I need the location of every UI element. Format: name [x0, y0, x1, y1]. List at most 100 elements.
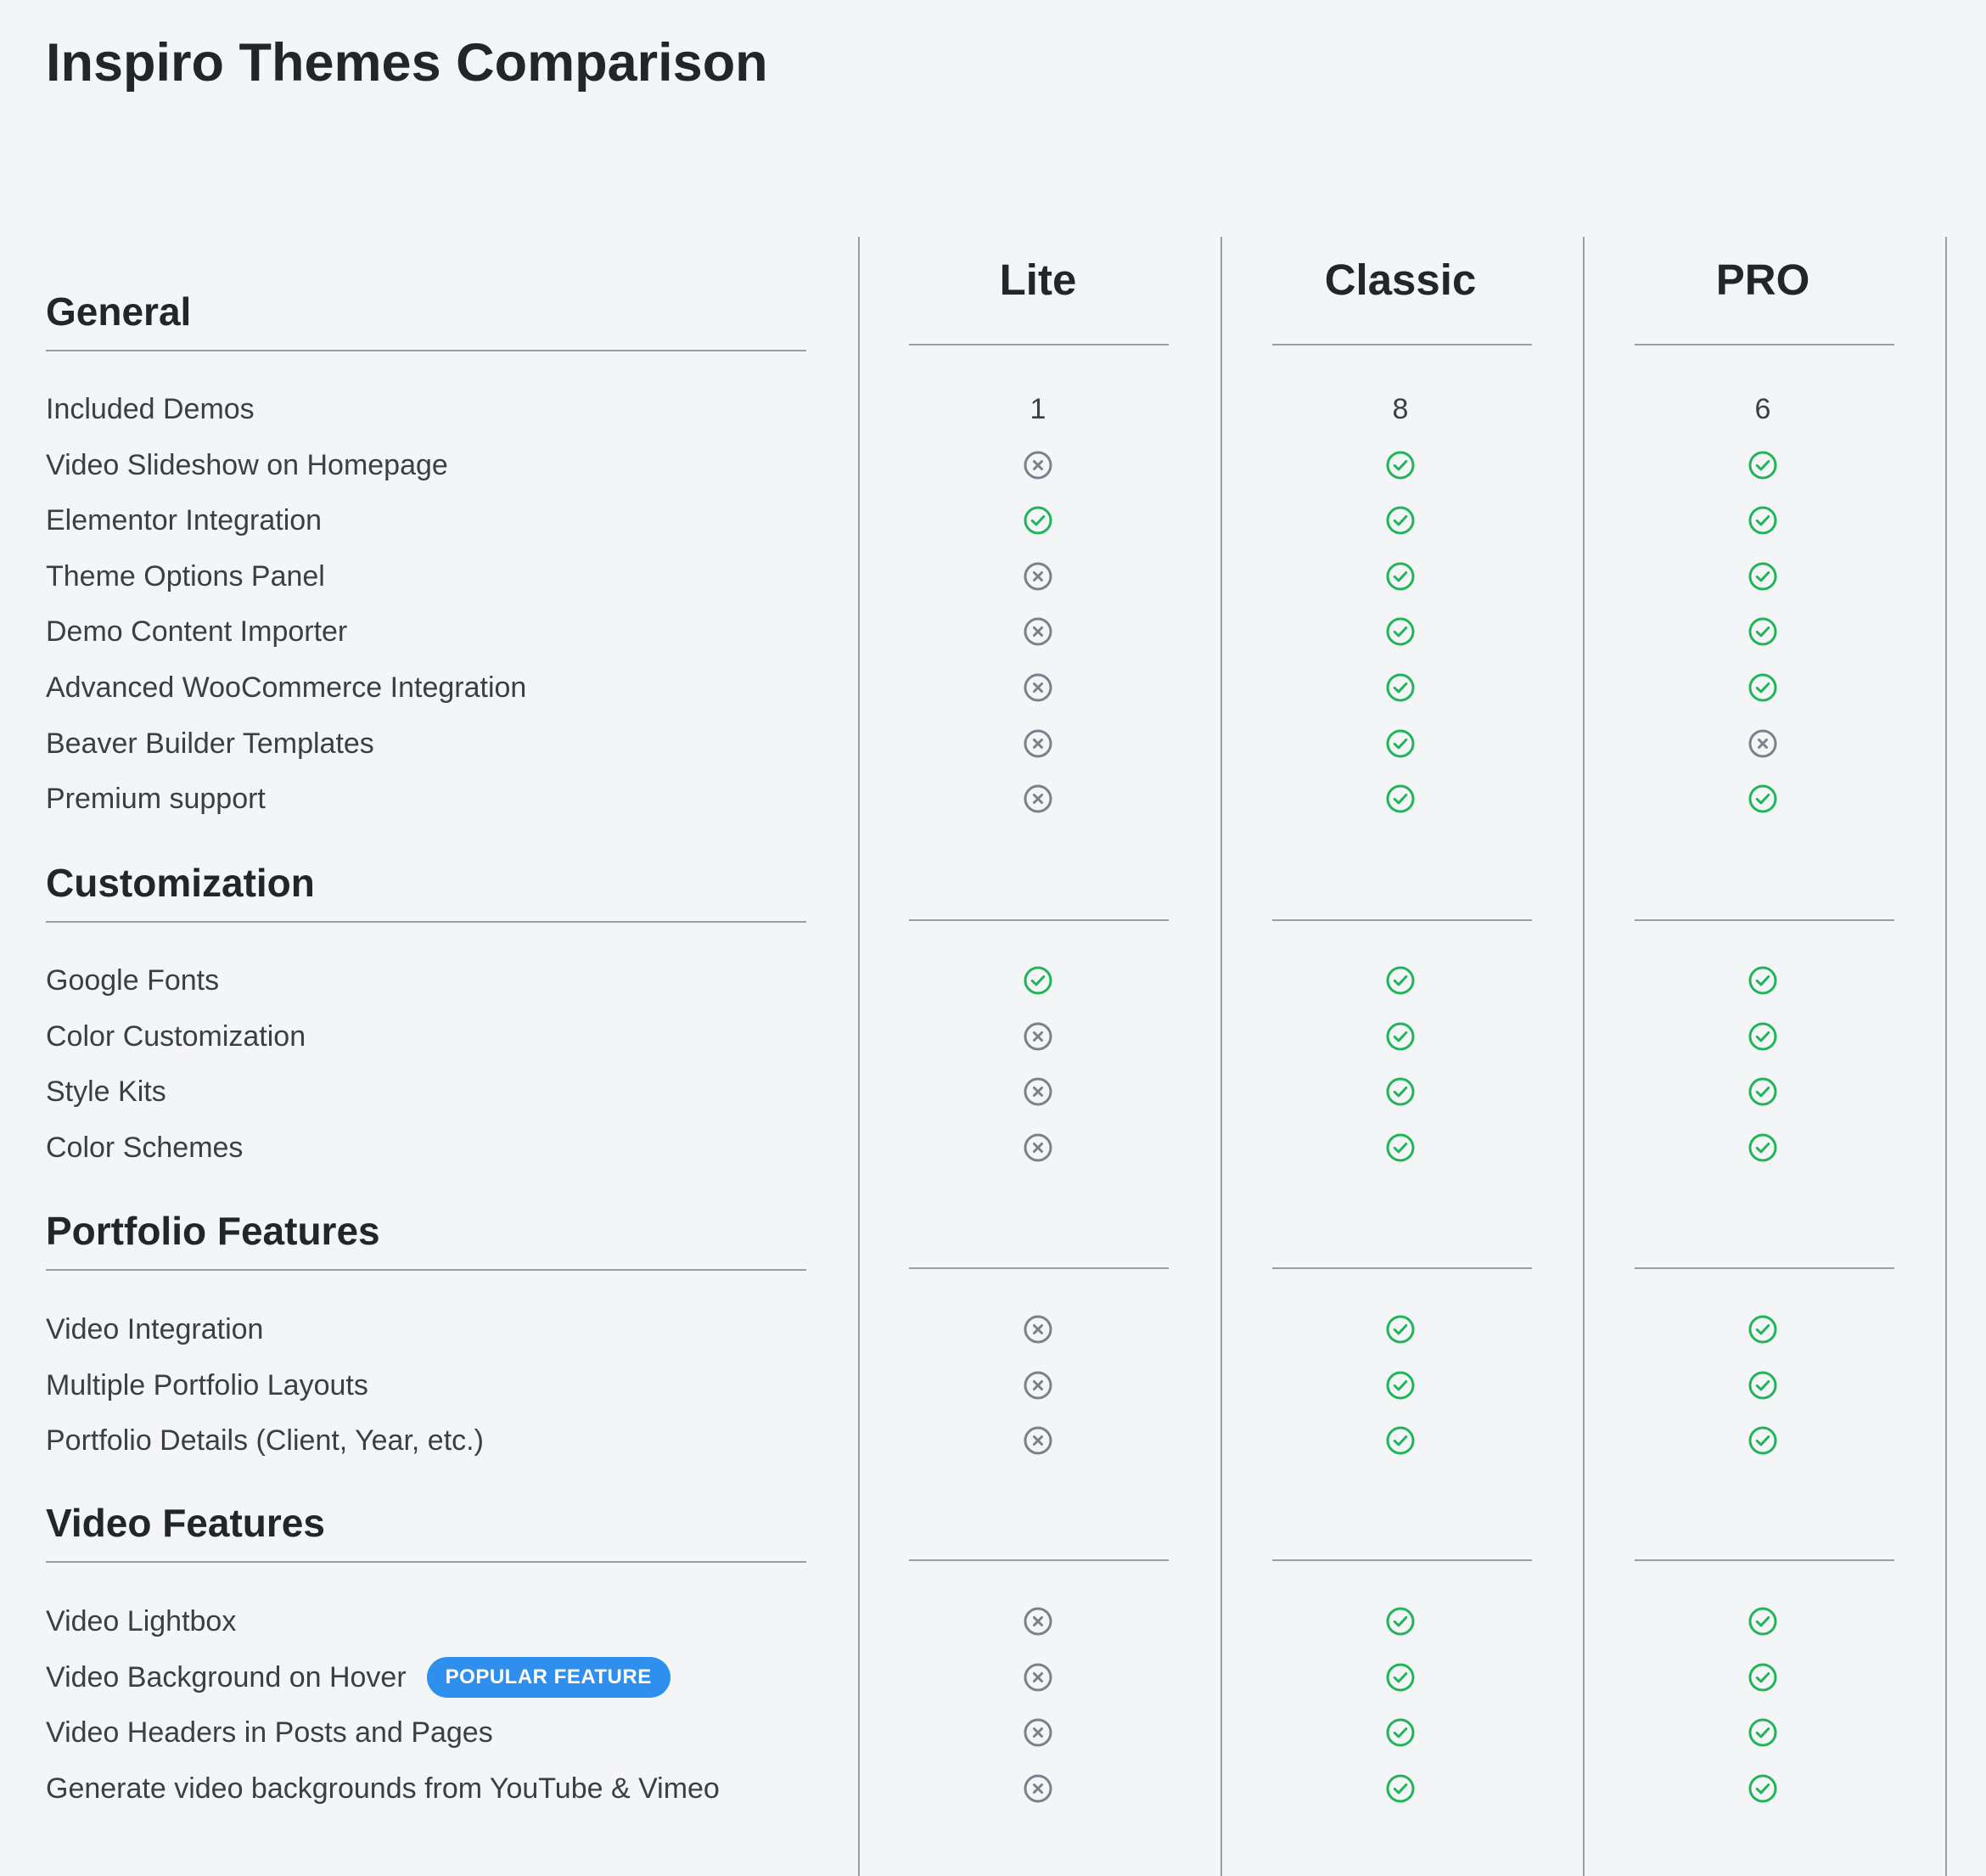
check-circle-icon — [1385, 1314, 1416, 1345]
check-circle-icon — [1023, 965, 1053, 996]
check-circle-icon — [1748, 1773, 1778, 1804]
feature-name: Video Lightbox — [46, 1604, 237, 1637]
feature-name: Style Kits — [46, 1075, 166, 1108]
section-column-rule — [909, 1559, 1169, 1561]
feature-value-pro: 6 — [1737, 388, 1788, 430]
feature-name: Included Demos — [46, 392, 255, 425]
x-circle-icon — [1023, 1132, 1053, 1163]
check-circle-icon — [1748, 1076, 1778, 1107]
feature-name: Generate video backgrounds from YouTube … — [46, 1772, 720, 1805]
feature-value-pro — [1737, 1364, 1788, 1407]
x-circle-icon — [1023, 1662, 1053, 1693]
feature-label: Portfolio Details (Client, Year, etc.) — [46, 1419, 484, 1462]
feature-value-classic — [1375, 1419, 1426, 1462]
check-circle-icon — [1385, 1773, 1416, 1804]
feature-value-lite — [1013, 722, 1063, 765]
feature-value-pro — [1737, 499, 1788, 542]
feature-value-pro — [1737, 1015, 1788, 1058]
check-circle-icon — [1748, 672, 1778, 703]
feature-value-lite: 1 — [1013, 388, 1063, 430]
plan-header-classic: Classic — [1324, 256, 1477, 304]
feature-value-pro — [1737, 1308, 1788, 1351]
feature-value-classic — [1375, 778, 1426, 820]
feature-label: Multiple Portfolio Layouts — [46, 1364, 368, 1407]
check-circle-icon — [1748, 1021, 1778, 1052]
section-column-rule — [1635, 1559, 1894, 1561]
feature-label: Style Kits — [46, 1070, 166, 1113]
feature-name: Video Headers in Posts and Pages — [46, 1716, 493, 1749]
feature-label: Video Background on Hover POPULAR FEATURE — [46, 1656, 670, 1699]
feature-name: Multiple Portfolio Layouts — [46, 1368, 368, 1401]
x-circle-icon — [1023, 1370, 1053, 1401]
feature-label: Video Slideshow on Homepage — [46, 444, 448, 486]
section-title-general: General — [46, 289, 192, 334]
feature-name: Video Integration — [46, 1312, 264, 1345]
feature-value-classic — [1375, 1126, 1426, 1169]
feature-name: Beaver Builder Templates — [46, 727, 374, 760]
check-circle-icon — [1385, 1076, 1416, 1107]
feature-name: Demo Content Importer — [46, 615, 348, 648]
feature-value-pro — [1737, 1126, 1788, 1169]
feature-name: Advanced WooCommerce Integration — [46, 671, 527, 704]
feature-value-lite — [1013, 1767, 1063, 1810]
section-column-rule — [909, 919, 1169, 921]
section-column-rule — [1272, 1559, 1532, 1561]
feature-value-classic — [1375, 1656, 1426, 1699]
feature-count: 1 — [1029, 392, 1046, 425]
feature-value-lite — [1013, 444, 1063, 486]
x-circle-icon — [1023, 616, 1053, 647]
feature-name: Video Background on Hover — [46, 1660, 407, 1693]
feature-value-lite — [1013, 1419, 1063, 1462]
feature-value-lite — [1013, 1126, 1063, 1169]
x-circle-icon — [1023, 1021, 1053, 1052]
plan-header-lite: Lite — [999, 256, 1077, 304]
feature-value-lite — [1013, 666, 1063, 709]
feature-value-classic — [1375, 1767, 1426, 1810]
check-circle-icon — [1748, 561, 1778, 592]
feature-value-classic — [1375, 722, 1426, 765]
check-circle-icon — [1023, 505, 1053, 536]
section-rule — [46, 1269, 806, 1271]
x-circle-icon — [1023, 1425, 1053, 1456]
feature-label: Elementor Integration — [46, 499, 322, 542]
feature-count: 6 — [1754, 392, 1771, 425]
check-circle-icon — [1748, 450, 1778, 480]
check-circle-icon — [1385, 561, 1416, 592]
section-rule — [46, 350, 806, 351]
check-circle-icon — [1748, 616, 1778, 647]
x-circle-icon — [1023, 784, 1053, 814]
check-circle-icon — [1385, 1021, 1416, 1052]
section-title-portfolio-features: Portfolio Features — [46, 1209, 380, 1253]
check-circle-icon — [1748, 965, 1778, 996]
x-circle-icon — [1023, 672, 1053, 703]
check-circle-icon — [1385, 1132, 1416, 1163]
feature-value-pro — [1737, 1070, 1788, 1113]
feature-value-pro — [1737, 1600, 1788, 1643]
x-circle-icon — [1023, 728, 1053, 759]
feature-value-classic — [1375, 610, 1426, 653]
section-column-rule — [909, 1267, 1169, 1269]
plan-header-rule — [1272, 344, 1532, 345]
check-circle-icon — [1748, 505, 1778, 536]
x-circle-icon — [1023, 1717, 1053, 1748]
section-column-rule — [1635, 1267, 1894, 1269]
feature-label: Included Demos — [46, 388, 255, 430]
feature-value-classic — [1375, 499, 1426, 542]
feature-value-pro — [1737, 1711, 1788, 1754]
check-circle-icon — [1385, 965, 1416, 996]
check-circle-icon — [1385, 672, 1416, 703]
feature-label: Theme Options Panel — [46, 555, 325, 598]
check-circle-icon — [1748, 1717, 1778, 1748]
feature-value-classic — [1375, 1711, 1426, 1754]
feature-value-pro — [1737, 444, 1788, 486]
section-column-rule — [1635, 919, 1894, 921]
feature-value-pro — [1737, 722, 1788, 765]
feature-name: Elementor Integration — [46, 503, 323, 536]
feature-value-lite — [1013, 1600, 1063, 1643]
feature-value-lite — [1013, 610, 1063, 653]
check-circle-icon — [1385, 1425, 1416, 1456]
feature-value-lite — [1013, 1364, 1063, 1407]
check-circle-icon — [1748, 784, 1778, 814]
feature-value-lite — [1013, 555, 1063, 598]
feature-name: Theme Options Panel — [46, 559, 325, 593]
